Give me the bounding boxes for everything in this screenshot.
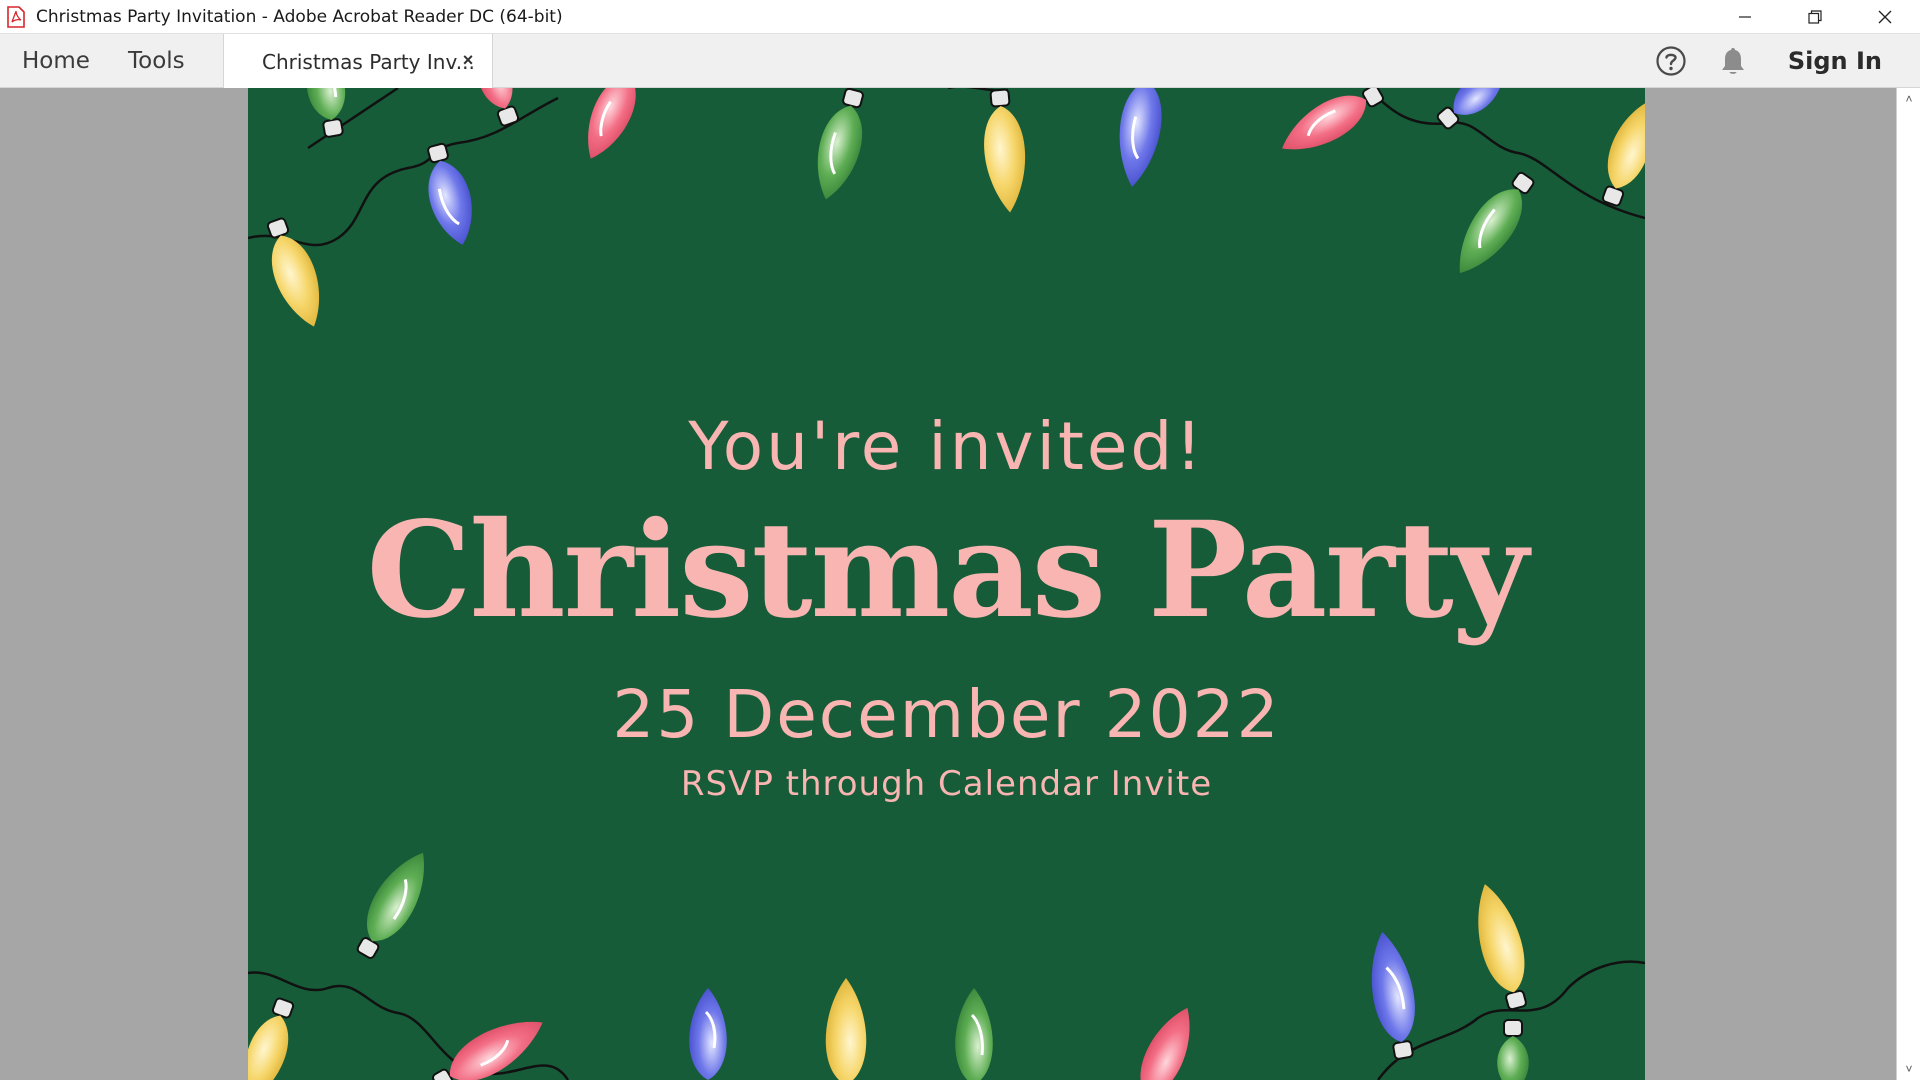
invited-heading: You're invited! (688, 408, 1205, 485)
help-button[interactable] (1654, 44, 1688, 78)
vertical-scrollbar[interactable]: ˄ ˅ (1896, 88, 1920, 1080)
party-title: Christmas Party (366, 493, 1529, 648)
sign-in-button[interactable]: Sign In (1788, 47, 1882, 75)
party-date: 25 December 2022 (612, 676, 1281, 753)
restore-icon (1808, 10, 1822, 24)
document-viewer[interactable]: You're invited! Christmas Party 25 Decem… (0, 88, 1896, 1080)
document-tab-label: Christmas Party Inv... (262, 49, 475, 74)
close-button[interactable] (1850, 0, 1920, 34)
notifications-button[interactable] (1716, 44, 1750, 78)
toolbar-right: Sign In (1654, 34, 1920, 88)
nav-tools[interactable]: Tools (128, 34, 185, 88)
tab-bar: Home Tools Christmas Party Inv... × Sign… (0, 34, 1920, 89)
pdf-page: You're invited! Christmas Party 25 Decem… (248, 88, 1645, 1080)
tab-close-button[interactable]: × (458, 50, 478, 70)
nav-home[interactable]: Home (22, 34, 90, 88)
minimize-icon (1739, 16, 1751, 18)
close-icon (1878, 10, 1892, 24)
scroll-up-button[interactable]: ˄ (1897, 88, 1920, 110)
rsvp-text: RSVP through Calendar Invite (680, 764, 1213, 804)
window-title-bar: Christmas Party Invitation - Adobe Acrob… (0, 0, 1920, 34)
bell-icon (1721, 48, 1744, 74)
minimize-button[interactable] (1710, 0, 1780, 34)
acrobat-pdf-icon (6, 5, 26, 28)
scroll-thumb[interactable] (1901, 118, 1915, 1048)
help-icon (1656, 46, 1686, 76)
document-tab[interactable]: Christmas Party Inv... × (223, 34, 493, 89)
restore-button[interactable] (1780, 0, 1850, 34)
scroll-down-button[interactable]: ˅ (1897, 1058, 1920, 1080)
window-controls (1710, 0, 1920, 34)
window-title: Christmas Party Invitation - Adobe Acrob… (36, 6, 563, 27)
